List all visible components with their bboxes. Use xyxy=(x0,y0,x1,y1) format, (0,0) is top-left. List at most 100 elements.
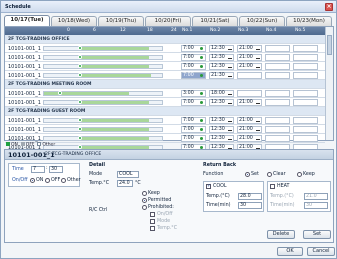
schedule-cell[interactable] xyxy=(265,72,290,79)
tab-10-23[interactable]: 10/23(Mon) xyxy=(286,16,332,26)
on-marker-icon[interactable] xyxy=(78,127,82,131)
schedule-cell[interactable] xyxy=(293,117,318,124)
schedule-cell[interactable] xyxy=(293,63,318,70)
heat-checkbox[interactable] xyxy=(270,184,275,189)
tab-10-22[interactable]: 10/22(Sun) xyxy=(239,16,285,26)
schedule-cell[interactable]: 21:00 xyxy=(237,54,262,61)
schedule-cell[interactable]: 7:00 xyxy=(181,135,206,142)
function-clear-radio[interactable] xyxy=(267,172,272,177)
time-hour-select[interactable]: 7 xyxy=(31,166,45,173)
timeline-bar[interactable] xyxy=(43,91,163,96)
schedule-cell[interactable] xyxy=(237,72,262,79)
timeline-bar[interactable] xyxy=(43,64,163,69)
schedule-cell[interactable]: 21:00 xyxy=(237,117,262,124)
schedule-cell[interactable]: 7:00 xyxy=(181,126,206,133)
schedule-cell[interactable] xyxy=(237,90,262,97)
heat-time-select[interactable]: 30 xyxy=(304,202,328,209)
table-row[interactable]: 10101-001_1 7:00 12:30 21:00 xyxy=(5,125,325,134)
function-keep-radio[interactable] xyxy=(297,172,302,177)
table-row[interactable]: 10101-001_1 3:00 18:00 xyxy=(5,89,325,98)
close-icon[interactable]: × xyxy=(325,3,333,11)
schedule-cell[interactable] xyxy=(293,99,318,106)
rc-mode-checkbox[interactable] xyxy=(150,219,155,224)
schedule-cell[interactable] xyxy=(293,90,318,97)
schedule-cell[interactable]: 18:00 xyxy=(209,90,234,97)
rc-onoff-checkbox[interactable] xyxy=(150,212,155,217)
schedule-cell[interactable]: 12:30 xyxy=(209,99,234,106)
scrollbar-thumb[interactable] xyxy=(327,35,332,55)
table-row[interactable]: 10101-001_1 7:00 12:30 21:00 xyxy=(5,53,325,62)
schedule-cell[interactable] xyxy=(293,135,318,142)
on-radio[interactable] xyxy=(30,178,35,183)
timeline-bar[interactable] xyxy=(43,100,163,105)
heat-temp-select[interactable]: 21.0 xyxy=(304,193,328,200)
schedule-cell[interactable]: 7:00 xyxy=(181,72,206,79)
timeline-bar[interactable] xyxy=(43,136,163,141)
tab-10-18[interactable]: 10/18(Wed) xyxy=(51,16,97,26)
schedule-cell[interactable]: 21:00 xyxy=(237,45,262,52)
temp-field[interactable]: 24.0 xyxy=(117,180,133,187)
on-marker-icon[interactable] xyxy=(78,136,82,140)
schedule-cell[interactable]: 3:00 xyxy=(181,90,206,97)
tab-10-19[interactable]: 10/19(Thu) xyxy=(98,16,144,26)
table-row[interactable]: 10101-001_1 7:00 12:30 21:00 xyxy=(5,98,325,107)
schedule-cell[interactable]: 21:00 xyxy=(237,63,262,70)
schedule-cell[interactable]: 7:00 xyxy=(181,63,206,70)
schedule-cell[interactable] xyxy=(293,72,318,79)
schedule-cell[interactable]: 21:00 xyxy=(237,135,262,142)
on-marker-icon[interactable] xyxy=(58,91,62,95)
tab-10-20[interactable]: 10/20(Fri) xyxy=(145,16,191,26)
schedule-cell[interactable] xyxy=(293,126,318,133)
schedule-cell[interactable]: 7:00 xyxy=(181,54,206,61)
on-marker-icon[interactable] xyxy=(78,64,82,68)
schedule-cell[interactable] xyxy=(265,135,290,142)
schedule-cell[interactable]: 7:00 xyxy=(181,117,206,124)
set-button[interactable]: Set xyxy=(303,230,331,239)
schedule-cell[interactable]: 12:30 xyxy=(209,45,234,52)
schedule-cell[interactable]: 21:00 xyxy=(237,99,262,106)
tab-10-21[interactable]: 10/21(Sat) xyxy=(192,16,238,26)
timeline-bar[interactable] xyxy=(43,127,163,132)
rc-prohibited-radio[interactable] xyxy=(142,205,147,210)
tab-10-17[interactable]: 10/17(Tue) xyxy=(4,15,50,26)
schedule-cell[interactable] xyxy=(265,117,290,124)
schedule-cell[interactable] xyxy=(265,63,290,70)
table-row[interactable]: 10101-001_1 7:00 21:30 xyxy=(5,71,325,80)
grid-scrollbar[interactable] xyxy=(325,27,333,140)
cancel-button[interactable]: Cancel xyxy=(307,247,335,256)
schedule-cell[interactable]: 12:30 xyxy=(209,135,234,142)
rc-keep-radio[interactable] xyxy=(142,191,147,196)
mode-select[interactable]: COOL xyxy=(117,171,139,178)
schedule-cell[interactable] xyxy=(293,54,318,61)
cool-time-select[interactable]: 30 xyxy=(238,202,262,209)
schedule-cell[interactable]: 21:30 xyxy=(209,72,234,79)
timeline-bar[interactable] xyxy=(43,118,163,123)
schedule-cell[interactable] xyxy=(265,126,290,133)
timeline-bar[interactable] xyxy=(43,73,163,78)
schedule-cell[interactable]: 21:00 xyxy=(237,126,262,133)
off-radio[interactable] xyxy=(45,178,50,183)
schedule-cell[interactable]: 7:00 xyxy=(181,45,206,52)
rc-temp-checkbox[interactable] xyxy=(150,226,155,231)
timeline-bar[interactable] xyxy=(43,46,163,51)
delete-button[interactable]: Delete xyxy=(267,230,295,239)
schedule-cell[interactable]: 12:30 xyxy=(209,63,234,70)
ok-button[interactable]: OK xyxy=(277,247,303,256)
schedule-cell[interactable] xyxy=(265,45,290,52)
function-set-radio[interactable] xyxy=(245,172,250,177)
cool-checkbox[interactable] xyxy=(206,183,211,189)
table-row[interactable]: 10101-001_1 7:00 12:30 21:00 xyxy=(5,44,325,53)
schedule-cell[interactable]: 12:30 xyxy=(209,117,234,124)
schedule-cell[interactable]: 12:30 xyxy=(209,126,234,133)
on-marker-icon[interactable] xyxy=(78,55,82,59)
other-radio[interactable] xyxy=(61,178,66,183)
schedule-cell[interactable] xyxy=(293,45,318,52)
time-minute-select[interactable]: 30 xyxy=(49,166,63,173)
on-marker-icon[interactable] xyxy=(78,118,82,122)
schedule-cell[interactable]: 7:00 xyxy=(181,99,206,106)
table-row[interactable]: 10101-001_1 7:00 12:30 21:00 xyxy=(5,62,325,71)
on-marker-icon[interactable] xyxy=(78,73,82,77)
schedule-cell[interactable] xyxy=(265,99,290,106)
table-row[interactable]: 10101-001_1 7:00 12:30 21:00 xyxy=(5,116,325,125)
on-marker-icon[interactable] xyxy=(78,46,82,50)
